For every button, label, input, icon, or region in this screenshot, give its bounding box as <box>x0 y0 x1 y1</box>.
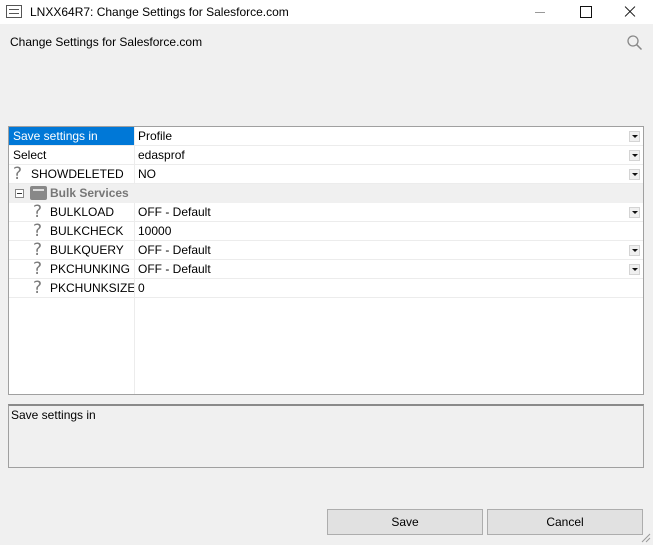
grid-row-select[interactable]: Select edasprof <box>9 146 643 165</box>
property-name: Select <box>13 148 47 162</box>
property-name: BULKQUERY <box>50 243 124 257</box>
property-name-cell: ? BULKQUERY <box>9 241 134 259</box>
property-name: Save settings in <box>9 127 134 145</box>
dropdown-arrow-icon[interactable] <box>629 207 640 218</box>
maximize-button[interactable] <box>563 0 609 24</box>
property-value[interactable]: OFF - Default <box>135 203 629 221</box>
help-icon: ? <box>33 222 43 240</box>
description-text: Save settings in <box>11 408 96 422</box>
category-label: Bulk Services <box>50 186 129 200</box>
help-icon: ? <box>33 279 43 297</box>
grid-row-bulkload[interactable]: ? BULKLOAD OFF - Default <box>9 203 643 222</box>
description-panel: Save settings in <box>8 404 644 468</box>
resize-grip-icon[interactable] <box>639 531 651 543</box>
settings-grid: Save settings in Profile Select edasprof… <box>8 126 644 395</box>
help-icon: ? <box>33 241 43 259</box>
property-name: BULKCHECK <box>50 224 124 238</box>
grid-row-bulkcheck[interactable]: ? BULKCHECK 10000 <box>9 222 643 241</box>
property-name: PKCHUNKSIZE <box>50 281 134 295</box>
property-value[interactable]: Profile <box>135 127 629 145</box>
dropdown-arrow-icon[interactable] <box>629 264 640 275</box>
property-name: SHOWDELETED <box>31 167 124 181</box>
property-value[interactable]: 10000 <box>135 222 629 240</box>
grid-row-save-settings-in[interactable]: Save settings in Profile <box>9 127 643 146</box>
close-button[interactable] <box>607 0 653 24</box>
help-icon: ? <box>13 165 23 183</box>
search-icon[interactable] <box>626 34 643 51</box>
title-bar: LNXX64R7: Change Settings for Salesforce… <box>0 0 653 24</box>
property-name-cell: ? PKCHUNKSIZE <box>9 279 134 297</box>
property-name-cell: ? PKCHUNKING <box>9 260 134 278</box>
property-value[interactable]: NO <box>135 165 629 183</box>
help-icon: ? <box>33 260 43 278</box>
grid-row-bulkquery[interactable]: ? BULKQUERY OFF - Default <box>9 241 643 260</box>
minimize-button[interactable] <box>517 0 563 24</box>
grid-row-pkchunking[interactable]: ? PKCHUNKING OFF - Default <box>9 260 643 279</box>
app-icon <box>6 5 22 18</box>
grid-row-showdeleted[interactable]: ? SHOWDELETED NO <box>9 165 643 184</box>
property-value[interactable]: edasprof <box>135 146 629 164</box>
cancel-button[interactable]: Cancel <box>487 509 643 535</box>
dropdown-arrow-icon[interactable] <box>629 131 640 142</box>
collapse-icon[interactable] <box>15 189 24 198</box>
property-name-cell: ? SHOWDELETED <box>9 165 134 183</box>
property-name: PKCHUNKING <box>50 262 131 276</box>
page-title: Change Settings for Salesforce.com <box>10 35 203 49</box>
window-title: LNXX64R7: Change Settings for Salesforce… <box>30 5 289 19</box>
property-name-cell: ? BULKLOAD <box>9 203 134 221</box>
property-name: BULKLOAD <box>50 205 115 219</box>
property-name-cell: ? BULKCHECK <box>9 222 134 240</box>
category-bulk-services[interactable]: Bulk Services <box>9 184 643 203</box>
category-icon <box>30 186 47 200</box>
save-button[interactable]: Save <box>327 509 483 535</box>
dropdown-arrow-icon[interactable] <box>629 245 640 256</box>
dropdown-arrow-icon[interactable] <box>629 150 640 161</box>
help-icon: ? <box>33 203 43 221</box>
property-value[interactable]: OFF - Default <box>135 241 629 259</box>
dropdown-arrow-icon[interactable] <box>629 169 640 180</box>
property-value[interactable]: 0 <box>135 279 629 297</box>
grid-row-pkchunksize[interactable]: ? PKCHUNKSIZE 0 <box>9 279 643 298</box>
property-value[interactable]: OFF - Default <box>135 260 629 278</box>
